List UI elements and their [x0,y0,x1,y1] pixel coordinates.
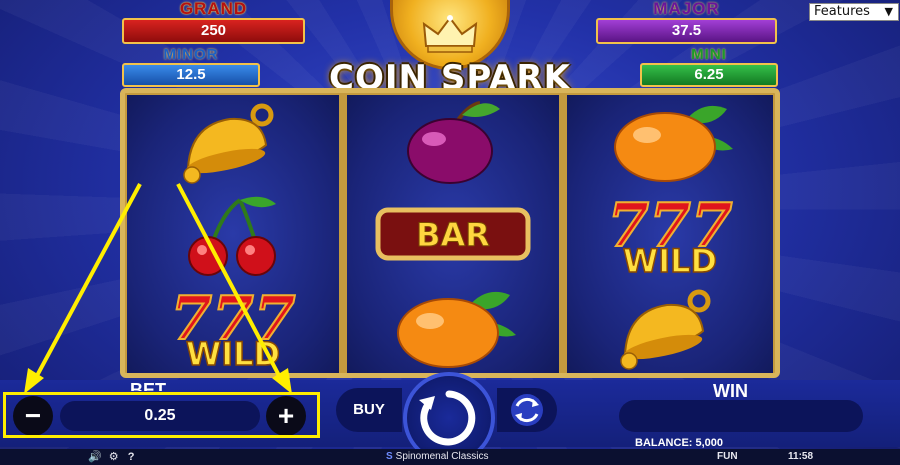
brand: S Spinomenal Classics [386,449,489,465]
win-value [619,400,863,432]
reel-1: 777 WILD [127,95,339,373]
autoplay-button[interactable] [497,388,557,432]
reel-3-symbol-3-bell [620,289,711,370]
reel-2: BAR [347,95,559,373]
jackpot-grand-value: 250 [122,18,305,44]
reel-1-symbol-2-cherries [188,196,276,276]
jackpot-major-label: MAJOR [653,0,720,18]
svg-text:BAR: BAR [416,216,490,254]
footer-icons: 🔊 ⚙ ? [88,449,134,465]
reel-2-symbol-1-plum [407,101,500,184]
bet-label: BET [130,380,166,391]
jackpot-major-value: 37.5 [596,18,777,44]
features-dropdown-value: Features [814,4,870,19]
jackpot-mini-value: 6.25 [640,63,778,87]
footer-bar: 🔊 ⚙ ? S Spinomenal Classics FUN 11:58 [0,449,900,465]
reel-2-symbol-3-orange [397,291,516,368]
balance-readout: BALANCE: 5,000 [635,437,724,449]
win-label: WIN [713,381,748,401]
spin-icon [419,390,476,446]
jackpot-minor: MINOR 12.5 [122,46,260,88]
jackpot-mini: MINI 6.25 [640,46,778,88]
features-dropdown[interactable]: Features ▼ [809,3,899,21]
settings-icon[interactable]: ⚙ [109,451,119,463]
svg-text:WILD: WILD [186,335,280,373]
reel-1-symbol-1-bell [183,103,274,184]
clock: 11:58 [788,451,814,462]
help-icon[interactable]: ? [128,451,135,463]
reel-frame: 777 WILD BAR 777 WILD [120,88,780,378]
jackpot-minor-label: MINOR [163,46,219,63]
play-mode: FUN [717,451,738,462]
jackpot-grand: GRAND 250 [122,0,305,44]
reel-3-symbol-2-seven-wild: 777WILD [606,190,733,280]
jackpot-major: MAJOR 37.5 [596,0,777,44]
chevron-down-icon: ▼ [884,5,893,18]
annotation-highlight-box [3,392,320,438]
buy-button[interactable]: BUY [336,388,402,432]
brand-logo-icon: S [386,451,393,462]
reel-1-symbol-3-seven-wild: 777WILD [169,283,296,373]
brand-name: Spinomenal Classics [395,451,489,462]
reel-2-symbol-2-bar: BAR [375,207,531,261]
jackpot-mini-label: MINI [691,46,727,63]
reel-3: 777 WILD [567,95,773,373]
reel-3-symbol-1-orange [614,105,733,182]
jackpot-grand-label: GRAND [179,0,248,18]
autoplay-icon [511,394,543,426]
crown-icon [422,15,478,53]
svg-text:WILD: WILD [623,242,717,280]
jackpot-minor-value: 12.5 [122,63,260,87]
sound-icon[interactable]: 🔊 [88,451,102,463]
